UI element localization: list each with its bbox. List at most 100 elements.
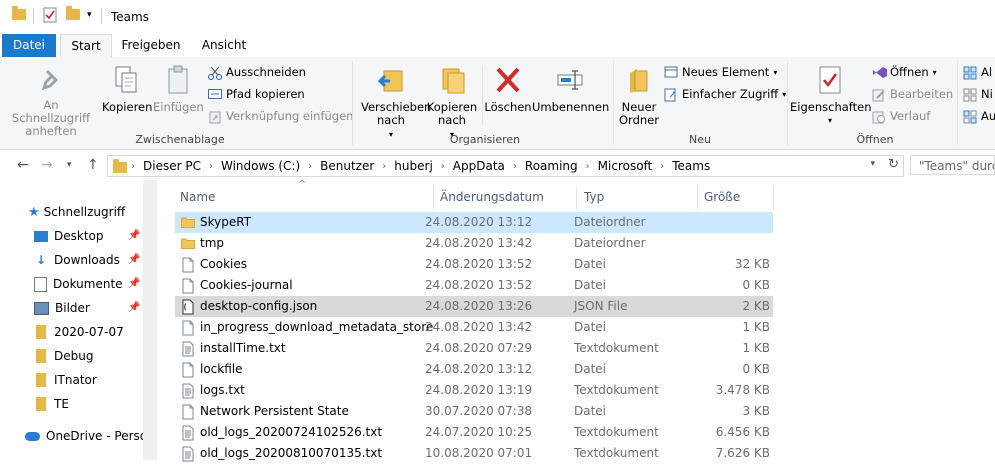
chevron-right-icon[interactable]: › bbox=[660, 161, 664, 172]
new-item-button[interactable]: Neues Element ▾ bbox=[664, 65, 777, 79]
chevron-right-icon[interactable]: › bbox=[382, 161, 386, 172]
nav-item-te[interactable]: TE bbox=[36, 393, 69, 415]
shortcut-icon bbox=[208, 110, 222, 124]
file-type: Textdokument bbox=[574, 446, 659, 460]
table-row[interactable]: logs.txt 24.08.2020 13:19 Textdokument 3.47… bbox=[175, 380, 773, 401]
chevron-right-icon[interactable]: › bbox=[513, 161, 517, 172]
easy-access-button[interactable]: Einfacher Zugriff ▾ bbox=[664, 87, 786, 102]
chevron-right-icon[interactable]: › bbox=[131, 161, 135, 172]
divider bbox=[576, 186, 577, 210]
column-header-date[interactable]: Änderungsdatum bbox=[440, 190, 544, 204]
invert-selection-button[interactable]: Au bbox=[963, 109, 995, 124]
properties-icon bbox=[790, 65, 870, 98]
nav-item-desktop[interactable]: Desktop bbox=[34, 225, 104, 247]
table-row[interactable]: SkypeRT 24.08.2020 13:12 Dateiordner bbox=[175, 212, 773, 233]
open-button[interactable]: Öffnen ▾ bbox=[872, 65, 937, 79]
text-file-icon bbox=[181, 425, 195, 444]
pin-icon[interactable]: 📌 bbox=[128, 230, 140, 241]
address-bar[interactable]: › Dieser PC › Windows (C:) › Benutzer › … bbox=[107, 155, 904, 177]
file-type: Textdokument bbox=[574, 383, 659, 397]
nav-item-downloads[interactable]: ↓ Downloads bbox=[34, 249, 120, 271]
table-row[interactable]: tmp 24.08.2020 13:42 Dateiordner bbox=[175, 233, 773, 254]
tab-datei[interactable]: Datei bbox=[2, 34, 56, 57]
copy-path-button[interactable]: Pfad kopieren bbox=[208, 87, 305, 101]
rename-button[interactable]: Umbenennen bbox=[532, 65, 609, 114]
paste-button[interactable]: Einfügen bbox=[153, 65, 204, 114]
table-row[interactable]: old_logs_20200810070135.txt 10.08.2020 07… bbox=[175, 443, 773, 464]
new-folder-quick-icon[interactable] bbox=[66, 6, 80, 20]
breadcrumb-teams[interactable]: Teams bbox=[672, 159, 710, 173]
select-all-button[interactable]: Al bbox=[963, 65, 992, 80]
new-folder-button[interactable]: Neuer Ordner bbox=[616, 65, 662, 127]
edit-icon bbox=[872, 88, 886, 102]
back-arrow-icon[interactable]: ← bbox=[17, 157, 29, 173]
recent-locations-chevron-icon[interactable]: ▾ bbox=[67, 160, 72, 170]
address-dropdown-chevron-icon[interactable]: ▾ bbox=[870, 159, 875, 169]
column-header-size[interactable]: Größe bbox=[704, 190, 740, 204]
chevron-right-icon[interactable]: › bbox=[586, 161, 590, 172]
file-date: 10.08.2020 07:01 bbox=[425, 446, 533, 460]
breadcrumb-dieser-pc[interactable]: Dieser PC bbox=[143, 159, 201, 173]
table-row[interactable]: Network Persistent State 30.07.2020 07:38… bbox=[175, 401, 773, 422]
up-arrow-icon[interactable]: ↑ bbox=[87, 157, 99, 173]
breadcrumb-roaming[interactable]: Roaming bbox=[525, 159, 578, 173]
copy-icon bbox=[102, 65, 150, 98]
column-header-type[interactable]: Typ bbox=[584, 190, 604, 204]
file-size: 0 KB bbox=[742, 278, 770, 292]
copy-to-button[interactable]: Kopieren nach ▾ bbox=[425, 65, 479, 141]
select-none-button[interactable]: Ni bbox=[963, 87, 993, 102]
forward-arrow-icon[interactable]: → bbox=[41, 157, 53, 173]
edit-button[interactable]: Bearbeiten bbox=[872, 87, 953, 102]
pin-quick-access-button[interactable]: An Schnellzugriff anheften bbox=[4, 67, 98, 138]
nav-item-itnator[interactable]: ITnator bbox=[36, 369, 97, 391]
delete-button[interactable]: Löschen bbox=[484, 65, 532, 114]
table-row[interactable]: old_logs_20200724102526.txt 24.07.2020 10… bbox=[175, 422, 773, 443]
table-row[interactable]: lockfile 24.08.2020 13:12 Datei 0 KB bbox=[175, 359, 773, 380]
nav-item-pictures[interactable]: Bilder bbox=[34, 297, 90, 319]
customize-quick-access-icon[interactable]: ▾ bbox=[87, 10, 92, 20]
cut-button[interactable]: Ausschneiden bbox=[208, 65, 306, 80]
nav-item-quick-access[interactable]: ★ Schnellzugriff bbox=[28, 201, 125, 223]
breadcrumb-benutzer[interactable]: Benutzer bbox=[320, 159, 374, 173]
table-row[interactable]: installTime.txt 24.08.2020 07:29 Textdokum… bbox=[175, 338, 773, 359]
breadcrumb-huberj[interactable]: huberj bbox=[394, 159, 432, 173]
nav-item-2020-07-07[interactable]: 2020-07-07 bbox=[36, 321, 124, 343]
table-row[interactable]: in_progress_download_metadata_store 24.08… bbox=[175, 317, 773, 338]
pin-icon[interactable]: 📌 bbox=[128, 278, 140, 289]
copy-button[interactable]: Kopieren bbox=[102, 65, 152, 114]
nav-item-documents[interactable]: Dokumente bbox=[34, 273, 123, 295]
column-header-name[interactable]: Name bbox=[180, 190, 215, 204]
file-name: Network Persistent State bbox=[200, 404, 349, 418]
nav-item-onedrive[interactable]: OneDrive - Persor bbox=[25, 425, 152, 447]
folder-icon bbox=[36, 397, 46, 411]
table-row[interactable]: desktop-config.json 24.08.2020 13:26 JSON … bbox=[175, 296, 773, 317]
pin-icon[interactable]: 📌 bbox=[128, 302, 140, 313]
breadcrumb-windows-c[interactable]: Windows (C:) bbox=[221, 159, 300, 173]
file-size: 1 KB bbox=[742, 341, 770, 355]
nav-scrollbar[interactable] bbox=[143, 180, 157, 460]
file-size: 6.456 KB bbox=[715, 425, 770, 439]
chevron-down-icon: ▾ bbox=[773, 67, 778, 77]
file-name: tmp bbox=[200, 236, 225, 250]
divider bbox=[773, 186, 774, 210]
move-to-button[interactable]: Verschieben nach ▾ bbox=[358, 65, 431, 141]
paste-shortcut-button[interactable]: Verknüpfung einfügen bbox=[208, 109, 353, 124]
breadcrumb-appdata[interactable]: AppData bbox=[453, 159, 505, 173]
pin-icon[interactable]: 📌 bbox=[128, 254, 140, 265]
tab-ansicht[interactable]: Ansicht bbox=[194, 34, 254, 57]
tab-start[interactable]: Start bbox=[60, 34, 112, 59]
divider bbox=[697, 186, 698, 210]
chevron-right-icon[interactable]: › bbox=[209, 161, 213, 172]
table-row[interactable]: Cookies 24.08.2020 13:52 Datei 32 KB bbox=[175, 254, 773, 275]
chevron-right-icon[interactable]: › bbox=[441, 161, 445, 172]
table-row[interactable]: Cookies-journal 24.08.2020 13:52 Datei 0 KB bbox=[175, 275, 773, 296]
search-input[interactable]: "Teams" durchsuchen bbox=[910, 155, 995, 175]
breadcrumb-microsoft[interactable]: Microsoft bbox=[598, 159, 653, 173]
tab-freigeben[interactable]: Freigeben bbox=[115, 34, 187, 57]
refresh-icon[interactable]: ↻ bbox=[888, 157, 899, 172]
properties-quick-icon[interactable] bbox=[43, 7, 57, 23]
chevron-right-icon[interactable]: › bbox=[308, 161, 312, 172]
history-button[interactable]: Verlauf bbox=[872, 109, 930, 124]
nav-item-debug[interactable]: Debug bbox=[36, 345, 93, 367]
properties-button[interactable]: Eigenschaften ▾ bbox=[790, 65, 872, 127]
